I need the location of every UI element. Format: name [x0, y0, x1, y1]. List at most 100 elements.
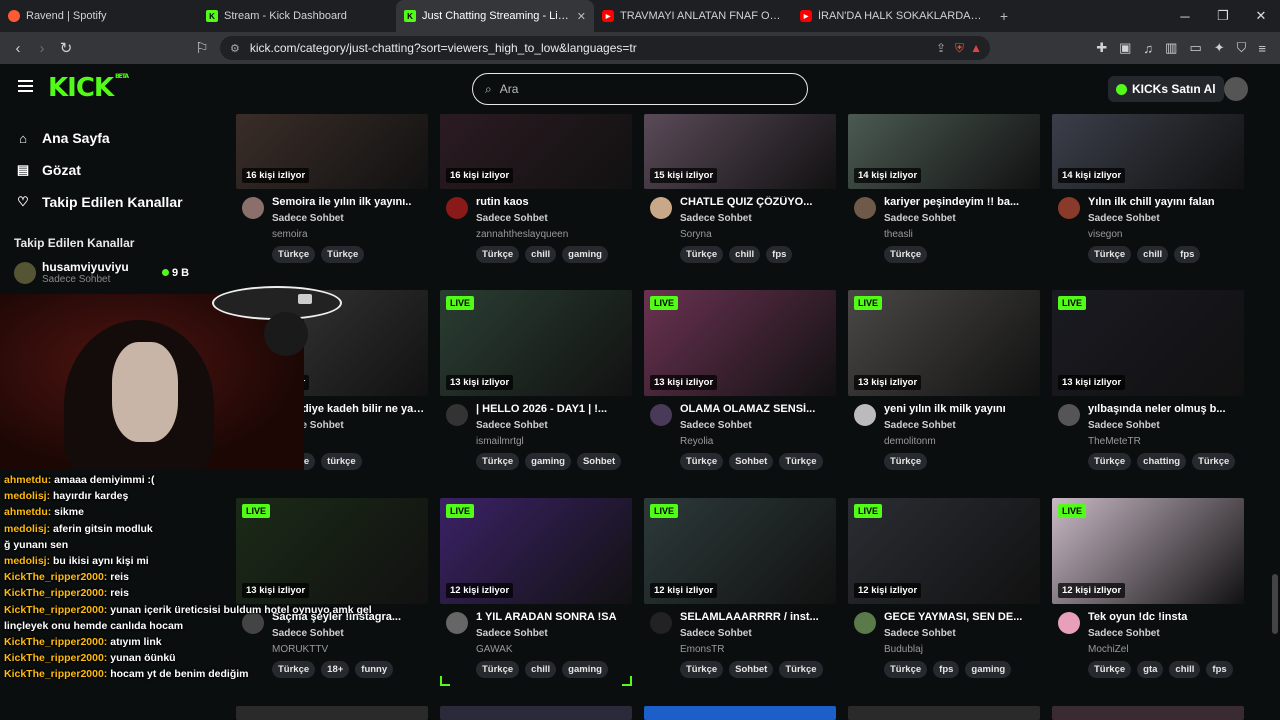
wallet-icon[interactable]: ▭ [1189, 40, 1201, 56]
new-tab-icon[interactable]: + [990, 8, 1018, 24]
stream-title[interactable]: GECE YAYMASI, SEN DE... [884, 611, 1038, 623]
stream-card[interactable]: LIVE 13 kişi izliyor yeni yılın ilk milk y… [848, 290, 1040, 470]
stream-card[interactable]: LIVE 13 kişi izliyor OLAMA OLAMAZ SENSİ...… [644, 290, 836, 470]
stream-card[interactable]: 15 kişi izliyor CHATLE QUIZ ÇÖZÜYO... Sade… [644, 114, 836, 263]
hamburger-menu-icon[interactable] [18, 80, 33, 92]
channel-name[interactable]: zannahtheslayqueen [476, 229, 568, 240]
tag-chip[interactable]: chill [525, 661, 557, 678]
back-icon[interactable]: ‹ [6, 40, 30, 57]
avatar[interactable] [242, 197, 264, 219]
brave-shield-icon[interactable]: ⛨ [955, 41, 964, 56]
bookmark-icon[interactable]: ⚐ [190, 39, 214, 57]
stream-category[interactable]: Sadece Sohbet [680, 213, 752, 224]
stream-card[interactable]: LIVE 13 kişi izliyor | HELLO 2026 - DAY1 |… [440, 290, 632, 470]
tag-chip[interactable]: Türkçe [680, 453, 724, 470]
tag-chip[interactable]: Türkçe [1192, 453, 1236, 470]
stream-thumbnail[interactable]: 15 kişi izliyor [644, 114, 836, 189]
avatar[interactable] [446, 612, 468, 634]
sidebar-icon[interactable]: ▥ [1165, 40, 1177, 56]
close-window-icon[interactable]: ✕ [1242, 0, 1280, 32]
stream-category[interactable]: Sadece Sohbet [272, 213, 344, 224]
avatar[interactable] [854, 197, 876, 219]
stream-card[interactable]: 16 kişi izliyor rutin kaos Sadece Sohbet za… [440, 114, 632, 263]
restore-icon[interactable]: ❐ [1204, 0, 1242, 32]
tag-chip[interactable]: Sohbet [729, 661, 774, 678]
stream-thumbnail[interactable]: 14 kişi izliyor [848, 114, 1040, 189]
stream-thumbnail[interactable]: LIVE 13 kişi izliyor [644, 290, 836, 396]
stream-category[interactable]: Sadece Sohbet [476, 213, 548, 224]
tag-chip[interactable]: türkçe [321, 453, 362, 470]
avatar[interactable] [650, 612, 672, 634]
tag-chip[interactable]: fps [766, 246, 793, 263]
stream-thumbnail[interactable] [236, 706, 428, 720]
browser-tab[interactable]: ▶ İRAN'DA HALK SOKAKLARDA, DEVRİ [792, 0, 990, 32]
tag-chip[interactable]: Türkçe [779, 661, 823, 678]
avatar[interactable] [854, 404, 876, 426]
stream-category[interactable]: Sadece Sohbet [1088, 213, 1160, 224]
tag-chip[interactable]: Türkçe [476, 661, 520, 678]
tag-chip[interactable]: Türkçe [1088, 453, 1132, 470]
media-icon[interactable]: ♫ [1143, 41, 1153, 56]
stream-category[interactable]: Sadece Sohbet [476, 420, 548, 431]
stream-card[interactable]: LIVE 12 kişi izliyor 1 YIL ARADAN SONRA !S… [440, 498, 632, 678]
stream-card[interactable]: 14 kişi izliyor kariyer peşindeyim !! ba.… [848, 114, 1040, 263]
stream-thumbnail[interactable]: 14 kişi izliyor [1052, 114, 1244, 189]
tag-chip[interactable]: chill [525, 246, 557, 263]
browser-tab[interactable]: ▶ TRAVMAYI ANLATAN FNAF OYUNU - [594, 0, 792, 32]
tag-chip[interactable]: fps [1174, 246, 1201, 263]
avatar[interactable] [1058, 197, 1080, 219]
sidebar-item-following[interactable]: ♡ Takip Edilen Kanallar [0, 186, 210, 218]
stream-title[interactable]: Yılın ilk chill yayını falan [1088, 196, 1242, 208]
stream-title[interactable]: 1 YIL ARADAN SONRA !SA [476, 611, 630, 623]
tag-chip[interactable]: gaming [525, 453, 571, 470]
channel-name[interactable]: MochiZel [1088, 644, 1129, 655]
stream-category[interactable]: Sadece Sohbet [476, 628, 548, 639]
channel-name[interactable]: Reyolia [680, 436, 713, 447]
tag-chip[interactable]: funny [355, 661, 394, 678]
avatar[interactable] [446, 404, 468, 426]
screenshot-icon[interactable]: ▣ [1119, 40, 1131, 56]
stream-thumbnail[interactable]: 16 kişi izliyor [236, 114, 428, 189]
channel-name[interactable]: EmonsTR [680, 644, 724, 655]
stream-title[interactable]: rutin kaos [476, 196, 630, 208]
stream-thumbnail[interactable]: LIVE 12 kişi izliyor [440, 498, 632, 604]
browser-menu-icon[interactable]: ≡ [1258, 41, 1266, 56]
stream-category[interactable]: Sadece Sohbet [884, 628, 956, 639]
tag-chip[interactable]: Türkçe [272, 246, 316, 263]
scrollbar[interactable] [1272, 114, 1278, 720]
stream-title[interactable]: SELAMLAAARRRR / inst... [680, 611, 834, 623]
tag-chip[interactable]: gaming [965, 661, 1012, 678]
tag-chip[interactable]: Türkçe [321, 246, 365, 263]
stream-card[interactable]: LIVE 13 kişi izliyor yılbaşında neler olmu… [1052, 290, 1244, 470]
avatar[interactable] [854, 612, 876, 634]
tag-chip[interactable]: Türkçe [680, 246, 724, 263]
stream-thumbnail[interactable]: LIVE 12 kişi izliyor [644, 498, 836, 604]
tag-chip[interactable]: 18+ [321, 661, 350, 678]
browser-tab[interactable]: K Stream - Kick Dashboard [198, 0, 396, 32]
stream-category[interactable]: Sadece Sohbet [884, 213, 956, 224]
tag-chip[interactable]: chill [729, 246, 761, 263]
stream-category[interactable]: Sadece Sohbet [1088, 420, 1160, 431]
tag-chip[interactable]: Sohbet [729, 453, 774, 470]
kick-logo[interactable]: KICK BETA [48, 73, 129, 103]
tag-chip[interactable]: Türkçe [1088, 661, 1132, 678]
site-info-icon[interactable]: ⚙ [230, 42, 240, 55]
stream-card[interactable]: LIVE 12 kişi izliyor SELAMLAAARRRR / inst.… [644, 498, 836, 678]
stream-title[interactable]: Tek oyun !dc !insta [1088, 611, 1242, 623]
extensions-icon[interactable]: ✚ [1096, 40, 1107, 56]
stream-title[interactable]: OLAMA OLAMAZ SENSİ... [680, 403, 834, 415]
url-bar[interactable]: ⚙ kick.com/category/just-chatting?sort=v… [220, 36, 990, 60]
stream-thumbnail[interactable] [440, 706, 632, 720]
stream-category[interactable]: Sadece Sohbet [680, 628, 752, 639]
channel-name[interactable]: theasli [884, 229, 913, 240]
stream-title[interactable]: kariyer peşindeyim !! ba... [884, 196, 1038, 208]
stream-card[interactable]: 14 kişi izliyor Yılın ilk chill yayını fa… [1052, 114, 1244, 263]
stream-thumbnail[interactable]: LIVE 13 kişi izliyor [1052, 290, 1244, 396]
stream-thumbnail[interactable] [848, 706, 1040, 720]
stream-title[interactable]: yeni yılın ilk milk yayını [884, 403, 1038, 415]
tag-chip[interactable]: gaming [562, 661, 608, 678]
stream-thumbnail[interactable]: LIVE 12 kişi izliyor [1052, 498, 1244, 604]
channel-name[interactable]: visegon [1088, 229, 1122, 240]
tag-chip[interactable]: fps [1206, 661, 1233, 678]
channel-name[interactable]: Budublaj [884, 644, 923, 655]
